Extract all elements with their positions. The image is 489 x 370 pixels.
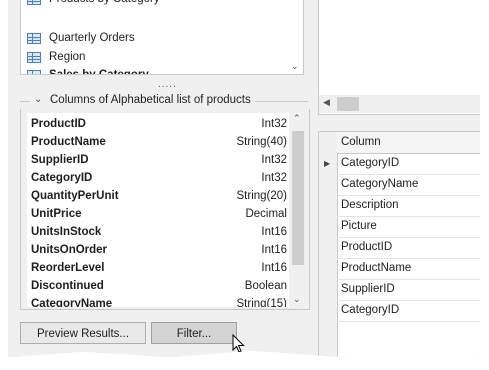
chevron-left-icon[interactable]: ◀ xyxy=(323,97,330,108)
table-icon xyxy=(27,69,41,74)
list-item[interactable]: SupplierID Int32 xyxy=(27,151,289,169)
table-row[interactable]: Description xyxy=(337,195,480,217)
column-type: Int16 xyxy=(261,244,287,256)
columns-scrollbar[interactable]: ⌃ ⌄ xyxy=(291,113,305,307)
view-label: Products by Category xyxy=(49,0,160,8)
list-item[interactable]: ReorderLevel Int16 xyxy=(27,259,289,277)
column-type: Int16 xyxy=(261,226,287,238)
table-icon xyxy=(27,0,41,5)
list-item[interactable]: UnitsInStock Int16 xyxy=(27,223,289,241)
table-row[interactable]: ProductName xyxy=(337,258,480,280)
table-row[interactable]: ProductID xyxy=(337,237,480,259)
column-name: QuantityPerUnit xyxy=(31,190,119,202)
chevron-down-icon[interactable]: ⌄ xyxy=(34,94,42,105)
column-type: Int32 xyxy=(261,154,287,166)
column-type: Decimal xyxy=(245,208,287,220)
list-item[interactable]: Quarterly Orders xyxy=(27,29,135,47)
column-name: Discontinued xyxy=(31,280,104,292)
column-name: ProductName xyxy=(31,136,106,148)
scroll-thumb[interactable] xyxy=(337,97,359,111)
scroll-thumb[interactable] xyxy=(292,131,304,265)
mouse-cursor-icon xyxy=(232,334,245,353)
chevron-down-icon[interactable]: ⌄ xyxy=(293,294,301,305)
column-name: ReorderLevel xyxy=(31,262,105,274)
views-scrollbar[interactable]: ⌄ xyxy=(289,0,303,74)
column-name: CategoryID xyxy=(31,172,93,184)
list-item[interactable]: Region xyxy=(27,48,85,66)
column-type: Int32 xyxy=(261,172,287,184)
chevron-up-icon[interactable]: ⌃ xyxy=(293,113,301,124)
divider xyxy=(255,101,308,102)
column-type: String(40) xyxy=(236,136,288,148)
table-row[interactable]: SupplierID xyxy=(337,279,480,301)
view-label: Region xyxy=(49,51,86,63)
list-item[interactable]: CategoryID Int32 xyxy=(27,169,289,187)
column-name: CategoryName xyxy=(31,298,113,307)
grid-header-column[interactable]: Column xyxy=(337,132,480,154)
column-type: String(15) xyxy=(236,298,288,307)
chevron-down-icon[interactable]: ⌄ xyxy=(291,61,299,72)
list-item[interactable]: CategoryName String(15) xyxy=(27,295,289,307)
row-pointer-icon: ▶ xyxy=(324,159,331,168)
list-item[interactable]: UnitsOnOrder Int16 xyxy=(27,241,289,259)
columns-grid[interactable]: ▶ Column CategoryID CategoryName Descrip… xyxy=(318,131,480,357)
query-builder-window: Products by Category Quarterly Orders Re… xyxy=(8,0,480,357)
preview-results-button[interactable]: Preview Results... xyxy=(20,322,146,344)
list-item[interactable]: Products by Category xyxy=(27,0,160,8)
list-item[interactable]: QuantityPerUnit String(20) xyxy=(27,187,289,205)
table-row[interactable]: Picture xyxy=(337,216,480,238)
column-type: Boolean xyxy=(244,280,287,292)
column-name: UnitPrice xyxy=(31,208,82,220)
columns-panel: ProductID Int32 ProductName String(40) Sup… xyxy=(20,109,310,310)
columns-group-title: Columns of Alphabetical list of products xyxy=(50,94,256,106)
column-name: ProductID xyxy=(31,118,86,130)
views-list[interactable]: Products by Category Quarterly Orders Re… xyxy=(20,0,304,75)
columns-list[interactable]: ProductID Int32 ProductName String(40) Sup… xyxy=(27,113,289,307)
table-row[interactable]: CategoryID xyxy=(337,153,480,175)
column-type: Int16 xyxy=(261,262,287,274)
columns-group-header[interactable]: ⌄ Columns of Alphabetical list of produc… xyxy=(20,93,308,109)
column-name: SupplierID xyxy=(31,154,89,166)
column-name: UnitsInStock xyxy=(31,226,102,238)
column-type: String(20) xyxy=(236,190,288,202)
diagram-hscrollbar[interactable]: ◀ xyxy=(318,95,480,113)
table-row[interactable]: CategoryName xyxy=(337,174,480,196)
list-item[interactable]: UnitPrice Decimal xyxy=(27,205,289,223)
table-icon xyxy=(27,32,41,44)
list-item[interactable]: Sales by Category xyxy=(27,66,149,75)
divider xyxy=(20,101,30,102)
list-item[interactable]: ProductID Int32 xyxy=(27,115,289,133)
view-label: Quarterly Orders xyxy=(49,32,135,44)
filter-button[interactable]: Filter... xyxy=(151,322,237,344)
list-item[interactable]: ProductName String(40) xyxy=(27,133,289,151)
splitter-handle[interactable]: ..... xyxy=(158,79,177,90)
column-name: UnitsOnOrder xyxy=(31,244,108,256)
table-icon xyxy=(27,51,41,63)
list-item[interactable]: Discontinued Boolean xyxy=(27,277,289,295)
table-row[interactable]: CategoryID xyxy=(337,300,480,322)
column-type: Int32 xyxy=(261,118,287,130)
view-label: Sales by Category xyxy=(49,69,149,75)
